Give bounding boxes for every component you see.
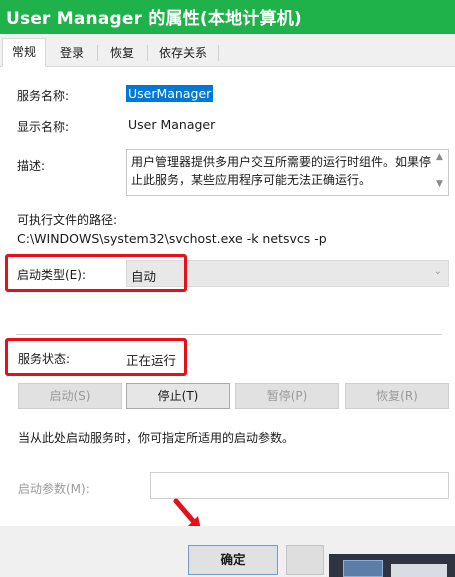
service-name-label: 服务名称: — [17, 89, 70, 103]
separator-line — [16, 334, 442, 335]
tab-separator — [147, 45, 148, 61]
highlight-startup-type — [5, 254, 187, 292]
start-params-input[interactable] — [150, 472, 449, 499]
description-label: 描述: — [17, 159, 46, 173]
description-box[interactable]: 用户管理器提供多用户交互所需要的运行时组件。如果停止此服务，某些应用程序可能无法… — [126, 149, 449, 196]
window-thumbnail — [391, 564, 447, 577]
scroll-down-icon[interactable]: ▼ — [436, 179, 443, 189]
title-bar: User Manager 的属性(本地计算机) — [0, 0, 455, 34]
start-params-hint: 当从此处启动服务时，你可指定所适用的启动参数。 — [18, 431, 295, 445]
display-name-value[interactable]: User Manager — [128, 117, 215, 132]
tab-general[interactable]: 常规 — [2, 38, 46, 67]
highlight-service-status — [5, 338, 187, 376]
tab-logon[interactable]: 登录 — [50, 41, 94, 66]
service-name-value[interactable]: UserManager — [126, 85, 214, 102]
start-button[interactable]: 启动(S) — [18, 383, 122, 409]
resume-button[interactable]: 恢复(R) — [345, 383, 449, 409]
cancel-button[interactable] — [286, 545, 324, 575]
taskbar-fragment — [329, 554, 455, 577]
tab-strip: 常规 登录 恢复 依存关系 — [0, 34, 455, 67]
scroll-up-icon[interactable]: ▲ — [436, 152, 443, 162]
tab-separator — [97, 45, 98, 61]
description-text: 用户管理器提供多用户交互所需要的运行时组件。如果停止此服务，某些应用程序可能无法… — [131, 155, 432, 187]
tab-dependencies[interactable]: 依存关系 — [151, 41, 215, 66]
description-scrollbar[interactable]: ▲ ▼ — [433, 150, 448, 195]
ok-button[interactable]: 确定 — [188, 545, 278, 575]
window-title: User Manager 的属性(本地计算机) — [6, 9, 302, 29]
stop-button[interactable]: 停止(T) — [126, 383, 230, 409]
chevron-down-icon: ⌄ — [433, 266, 442, 277]
executable-path-value[interactable]: C:\WINDOWS\system32\svchost.exe -k netsv… — [17, 231, 327, 246]
pause-button[interactable]: 暂停(P) — [235, 383, 339, 409]
tab-separator — [218, 45, 219, 61]
executable-path-label: 可执行文件的路径: — [17, 213, 118, 227]
display-name-label: 显示名称: — [17, 120, 70, 134]
tab-recovery[interactable]: 恢复 — [100, 41, 144, 66]
window-thumbnail — [343, 560, 383, 577]
start-params-label: 启动参数(M): — [18, 482, 90, 496]
general-panel: 服务名称: UserManager 显示名称: User Manager 描述:… — [0, 66, 455, 526]
